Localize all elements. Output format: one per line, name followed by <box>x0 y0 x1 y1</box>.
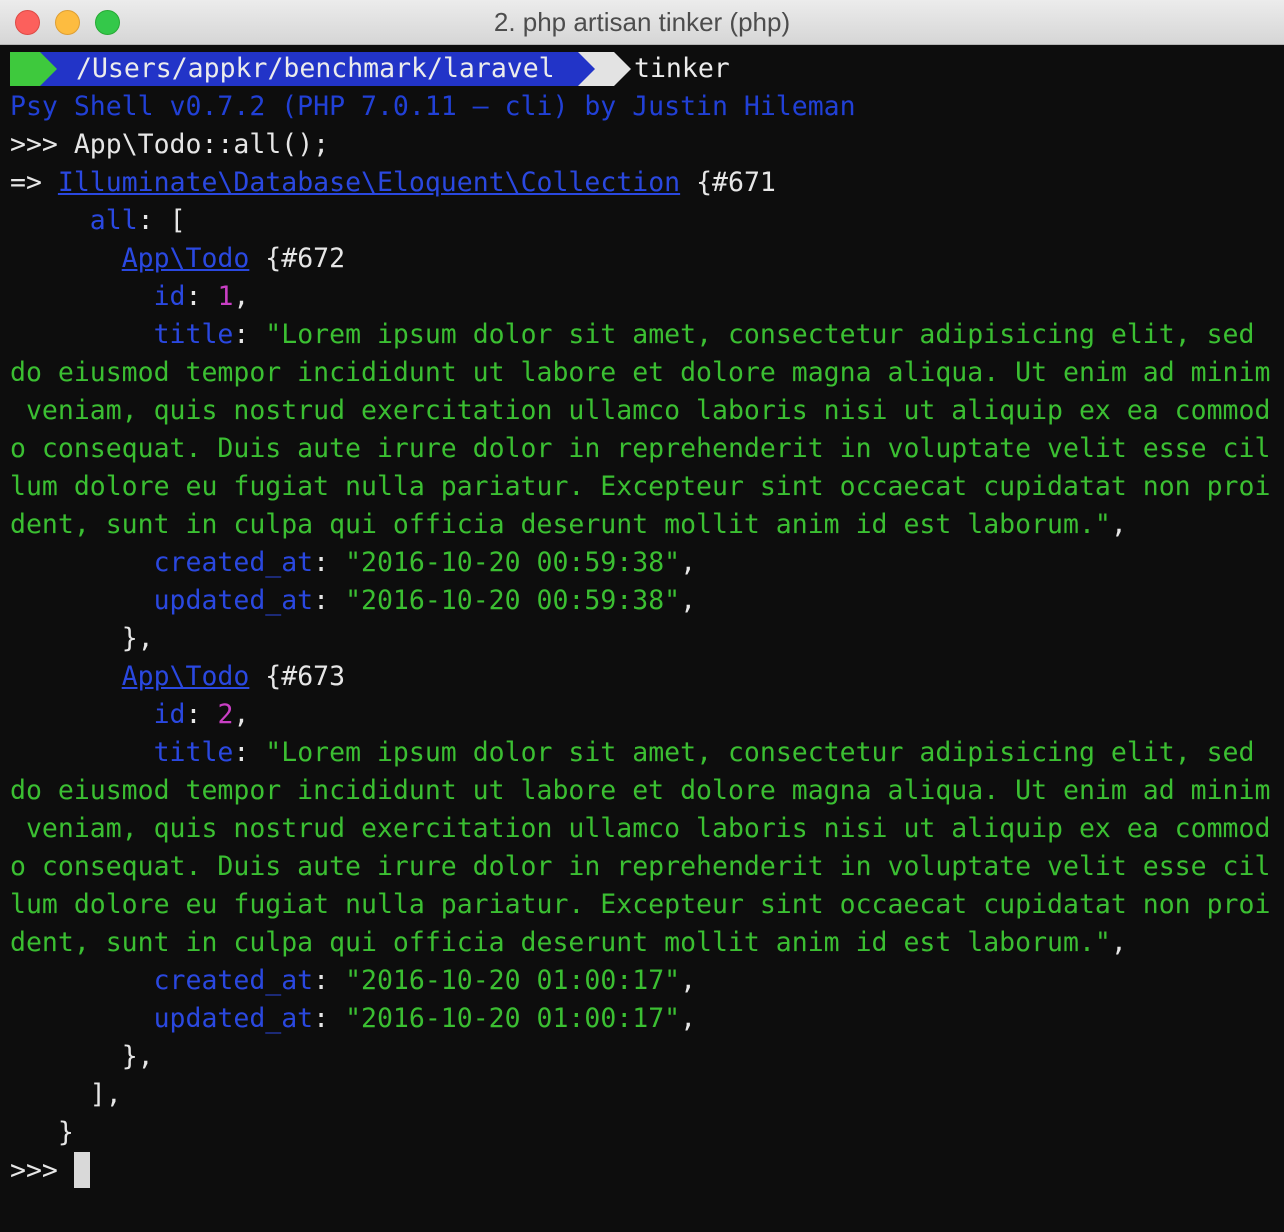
record-ref: {#672 <box>249 243 346 274</box>
title-continuation: do eiusmod tempor incididunt ut labore e… <box>10 357 1271 388</box>
title-value-end: dent, sunt in culpa qui officia deserunt… <box>10 509 1111 540</box>
input-line: >>> App\Todo::all(); <box>10 126 1284 164</box>
final-input-line[interactable]: >>> <box>10 1151 1284 1190</box>
text-cursor <box>73 1151 90 1188</box>
title-continuation: o consequat. Duis aute irure dolor in re… <box>10 851 1271 882</box>
repl-prompt: >>> <box>10 1155 58 1186</box>
prompt-status-segment <box>10 52 40 86</box>
title-continuation: lum dolore eu fugiat nulla pariatur. Exc… <box>10 471 1271 502</box>
record-close: }, <box>10 620 1284 658</box>
all-close: ], <box>10 1076 1284 1114</box>
record-created-line: created_at: "2016-10-20 01:00:17", <box>153 965 697 996</box>
created-at-key: created_at <box>153 547 314 578</box>
record-class-link[interactable]: App\Todo <box>122 661 250 692</box>
window-title: 2. php artisan tinker (php) <box>493 7 791 37</box>
updated-at-value: "2016-10-20 01:00:17" <box>345 1003 681 1034</box>
prompt-path: /Users/appkr/benchmark/laravel <box>40 52 578 86</box>
collection-ref: {#671 <box>680 167 776 198</box>
id-key: id <box>153 699 186 730</box>
record-title-line: title: "Lorem ipsum dolor sit amet, cons… <box>153 737 1255 768</box>
powerline-separator-icon <box>40 52 57 86</box>
all-open: : [ <box>137 205 186 236</box>
record-updated-line: updated_at: "2016-10-20 01:00:17", <box>153 1003 697 1034</box>
result-header: => Illuminate\Database\Eloquent\Collecti… <box>10 164 1284 202</box>
title-continuation: lum dolore eu fugiat nulla pariatur. Exc… <box>10 889 1271 920</box>
shell-prompt: /Users/appkr/benchmark/laravel tinker <box>10 50 1284 88</box>
collection-close: } <box>10 1114 1284 1152</box>
title-continuation-last: dent, sunt in culpa qui officia deserunt… <box>10 509 1127 540</box>
created-at-value: "2016-10-20 01:00:17" <box>345 965 681 996</box>
terminal-window: 2. php artisan tinker (php) /Users/appkr… <box>0 0 1284 1232</box>
terminal-output[interactable]: /Users/appkr/benchmark/laravel tinker Ps… <box>10 50 1284 1232</box>
record-header: App\Todo {#673 <box>10 658 1284 696</box>
title-value: "Lorem ipsum dolor sit amet, consectetur… <box>265 319 1255 350</box>
record-id-line: id: 1, <box>153 281 250 312</box>
all-close-bracket: ], <box>89 1079 122 1110</box>
updated-at-key: updated_at <box>153 585 314 616</box>
record-ref: {#673 <box>249 661 346 692</box>
collection-class-link[interactable]: Illuminate\Database\Eloquent\Collection <box>58 167 680 198</box>
title-value: "Lorem ipsum dolor sit amet, consectetur… <box>265 737 1255 768</box>
id-key: id <box>153 281 186 312</box>
title-continuation: veniam, quis nostrud exercitation ullamc… <box>10 395 1271 426</box>
collection-close-brace: } <box>57 1117 74 1148</box>
id-value: 1 <box>217 281 234 312</box>
updated-at-value: "2016-10-20 00:59:38" <box>345 585 681 616</box>
powerline-separator-icon <box>578 52 595 86</box>
record-class-link[interactable]: App\Todo <box>122 243 250 274</box>
title-bar: 2. php artisan tinker (php) <box>0 0 1284 45</box>
id-value: 2 <box>217 699 234 730</box>
record-updated-line: updated_at: "2016-10-20 00:59:38", <box>153 585 697 616</box>
updated-at-key: updated_at <box>153 1003 314 1034</box>
record-title-line: title: "Lorem ipsum dolor sit amet, cons… <box>153 319 1255 350</box>
title-continuation: veniam, quis nostrud exercitation ullamc… <box>10 813 1271 844</box>
title-value-end: dent, sunt in culpa qui officia deserunt… <box>10 927 1111 958</box>
record-id-line: id: 2, <box>153 699 250 730</box>
title-continuation: o consequat. Duis aute irure dolor in re… <box>10 433 1271 464</box>
record-close-brace: }, <box>121 1041 154 1072</box>
title-continuation: do eiusmod tempor incididunt ut labore e… <box>10 775 1271 806</box>
psysh-banner: Psy Shell v0.7.2 (PHP 7.0.11 — cli) by J… <box>10 91 856 122</box>
record-close: }, <box>10 1038 1284 1076</box>
all-property: all: [ <box>10 202 1284 240</box>
record-close-brace: }, <box>121 623 154 654</box>
prompt-command: tinker <box>634 53 730 84</box>
title-continuation-last: dent, sunt in culpa qui officia deserunt… <box>10 927 1127 958</box>
created-at-value: "2016-10-20 00:59:38" <box>345 547 681 578</box>
record-created-line: created_at: "2016-10-20 00:59:38", <box>153 547 697 578</box>
powerline-separator-icon <box>614 52 631 86</box>
created-at-key: created_at <box>153 965 314 996</box>
title-key: title <box>153 319 234 350</box>
title-key: title <box>153 737 234 768</box>
record-header: App\Todo {#672 <box>10 240 1284 278</box>
